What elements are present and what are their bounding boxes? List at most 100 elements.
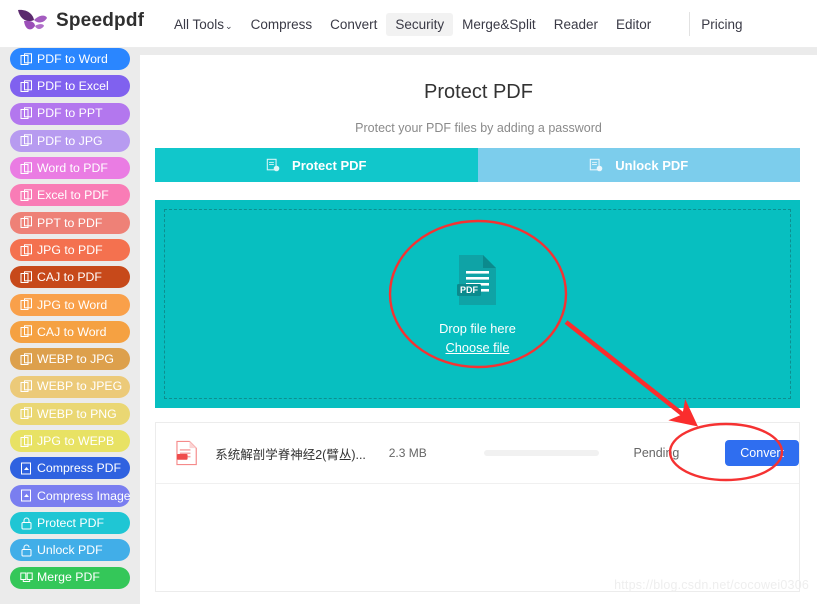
sidebar-item-ppt-to-pdf[interactable]: PPT to PDF [10,211,130,234]
chevron-down-icon: ⌄ [225,20,233,31]
sidebar-item-excel-to-pdf[interactable]: Excel to PDF [10,184,130,207]
sidebar-item-jpg-to-pdf[interactable]: JPG to PDF [10,239,130,262]
convert-icon [20,189,32,201]
sidebar-item-jpg-to-wepb[interactable]: JPG to WEPB [10,430,130,453]
file-name: 系统解剖学脊神经2(臂丛)... [215,447,366,462]
sidebar-item-caj-to-word[interactable]: CAJ to Word [10,320,130,343]
tools-sidebar: PDF to Word PDF to Excel PDF to PPT PDF to … [0,48,140,604]
pdf-document-icon [176,440,197,466]
sidebar-item-label: Merge PDF [37,570,100,585]
tab-unlock-pdf[interactable]: Unlock PDF [477,148,800,182]
file-dropzone[interactable]: PDF Drop file here Choose file [155,200,800,408]
nav-item-all-tools[interactable]: All Tools⌄ [165,13,242,36]
brand-name: Speedpdf [56,10,145,31]
sidebar-item-word-to-pdf[interactable]: Word to PDF [10,157,130,180]
sidebar-item-label: Compress PDF [37,461,122,476]
convert-icon [20,298,32,311]
sidebar-item-label: PPT to PDF [37,215,103,230]
nav-item-pricing[interactable]: Pricing [692,13,751,36]
convert-icon [20,325,32,338]
sidebar-item-label: Protect PDF [37,515,104,530]
nav-item-convert[interactable]: Convert [321,13,386,36]
sidebar-item-label: PDF to PPT [37,106,103,121]
sidebar-item-label: PDF to Word [37,51,108,66]
sidebar-item-label: Word to PDF [37,161,108,176]
nav-item-reader[interactable]: Reader [545,13,607,36]
progress-bar [483,450,600,456]
compress-icon [21,462,31,475]
sidebar-item-webp-to-png[interactable]: WEBP to PNG [10,402,130,425]
mode-tabs: Protect PDF Unlock PDF [155,148,800,182]
table-row: 系统解剖学脊神经2(臂丛)... 2.3 MB Pending Convert [156,423,799,484]
sidebar-item-merge-pdf[interactable]: Merge PDF [10,566,130,589]
convert-icon [20,353,32,365]
sidebar-item-compress-pdf[interactable]: Compress PDF [10,457,130,480]
watermark-text: https://blog.csdn.net/cocowei0306 [614,578,809,592]
pdf-file-icon: PDF [457,255,496,305]
nav-label: All Tools [174,16,225,32]
sidebar-item-pdf-to-ppt[interactable]: PDF to PPT [10,102,130,125]
dropzone-inner: PDF Drop file here Choose file [164,209,791,399]
convert-icon [20,434,32,447]
sidebar-item-label: Excel to PDF [37,188,109,203]
nav-item-security[interactable]: Security [386,12,454,36]
sidebar-item-webp-to-jpg[interactable]: WEBP to JPG [10,348,130,371]
sidebar-item-label: WEBP to JPG [37,352,114,367]
main-nav: All Tools⌄ Compress Convert Security Mer… [165,0,752,48]
compress-icon [21,489,31,502]
unlock-pdf-icon [590,158,603,172]
convert-icon [20,407,32,420]
choose-file-link[interactable]: Choose file [445,340,509,355]
sidebar-item-label: CAJ to PDF [37,270,102,285]
status-badge: Pending [633,446,680,460]
sidebar-item-pdf-to-excel[interactable]: PDF to Excel [10,75,130,98]
tab-label: Unlock PDF [615,157,689,173]
sidebar-item-label: WEBP to JPEG [37,379,123,394]
sidebar-item-jpg-to-word[interactable]: JPG to Word [10,293,130,316]
sidebar-item-webp-to-jpeg[interactable]: WEBP to JPEG [10,375,130,398]
pdf-badge-label: PDF [460,285,479,295]
protect-pdf-icon [266,158,280,172]
sidebar-item-label: JPG to PDF [37,242,103,257]
brand-logo-group[interactable]: Speedpdf [14,6,144,36]
header-divider [689,12,690,36]
page-title: Protect PDF [424,81,533,103]
sidebar-item-label: CAJ to Word [37,324,107,339]
convert-icon [20,380,32,393]
convert-icon [20,161,32,174]
convert-button[interactable]: Convert [725,440,799,466]
sidebar-item-label: Unlock PDF [37,543,103,558]
convert-icon [20,52,32,65]
convert-icon [20,107,32,120]
page-subtitle: Protect your PDF files by adding a passw… [355,121,602,135]
merge-icon [20,572,33,583]
main-panel: Protect PDF Protect your PDF files by ad… [140,55,817,604]
convert-icon [20,271,32,283]
nav-item-merge-split[interactable]: Merge&Split [453,13,545,36]
tab-label: Protect PDF [292,157,367,173]
sidebar-item-pdf-to-word[interactable]: PDF to Word [10,48,130,70]
file-size: 2.3 MB [388,446,427,460]
convert-icon [20,216,32,229]
sidebar-item-pdf-to-jpg[interactable]: PDF to JPG [10,129,130,152]
lock-icon [21,517,32,530]
convert-icon [20,134,32,147]
sidebar-item-label: PDF to Excel [37,79,109,94]
sidebar-item-caj-to-pdf[interactable]: CAJ to PDF [10,266,130,289]
drop-file-text: Drop file here [439,321,516,336]
butterfly-logo-icon [18,9,47,30]
sidebar-item-compress-image[interactable]: Compress Image [10,484,131,507]
sidebar-item-label: JPG to WEPB [37,434,115,448]
sidebar-item-label: WEBP to PNG [37,406,117,421]
nav-item-compress[interactable]: Compress [242,13,322,36]
convert-icon [20,243,32,256]
sidebar-item-unlock-pdf[interactable]: Unlock PDF [10,539,130,562]
top-header: Speedpdf All Tools⌄ Compress Convert Sec… [0,0,817,48]
sidebar-item-label: Compress Image [37,488,131,503]
tab-protect-pdf[interactable]: Protect PDF [155,148,478,182]
unlock-icon [21,544,32,557]
sidebar-item-label: JPG to Word [37,297,108,312]
sidebar-item-protect-pdf[interactable]: Protect PDF [10,512,130,535]
nav-item-editor[interactable]: Editor [607,13,660,36]
file-list-panel: 系统解剖学脊神经2(臂丛)... 2.3 MB Pending Convert [155,422,800,592]
